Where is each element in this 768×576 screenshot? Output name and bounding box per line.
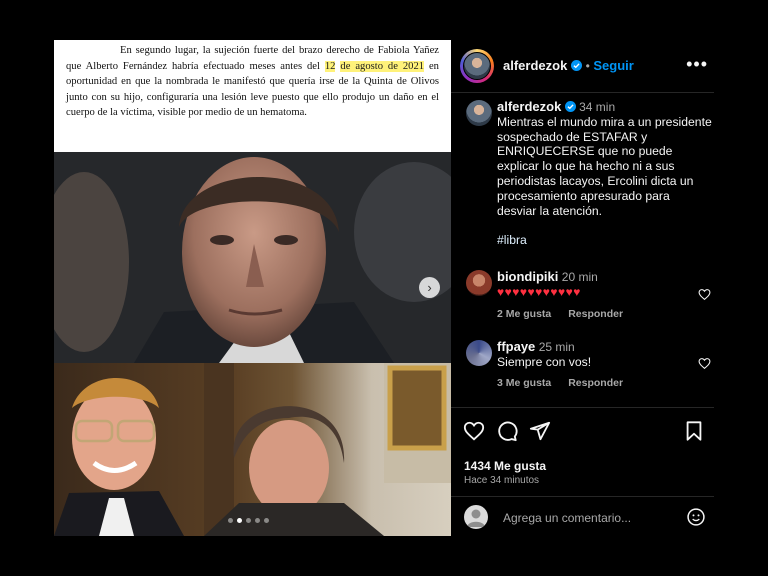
- share-paper-plane-icon[interactable]: [529, 420, 551, 442]
- post-timestamp: Hace 34 minutos: [464, 475, 540, 486]
- post-side-panel: alferdezok • Seguir ••• alferdezok 34 mi…: [451, 40, 714, 536]
- carousel-indicator: [228, 518, 269, 523]
- more-options-icon[interactable]: •••: [686, 54, 708, 75]
- caption-time: 34 min: [579, 100, 616, 114]
- carousel-dot: [246, 518, 251, 523]
- comment-time: 20 min: [561, 270, 598, 284]
- avatar: [463, 52, 491, 80]
- comment-meta: 3 Me gusta Responder: [497, 377, 637, 389]
- comment-likes[interactable]: 3 Me gusta: [497, 377, 551, 389]
- comment-input[interactable]: [501, 507, 675, 529]
- post-header: alferdezok • Seguir •••: [451, 40, 714, 93]
- highlighted-date: de agosto de 2021: [340, 60, 425, 72]
- comment-body: biondipiki 20 min ♥♥♥♥♥♥♥♥♥♥♥: [497, 269, 682, 300]
- separator-dot: •: [585, 59, 590, 73]
- reply-button[interactable]: Responder: [568, 308, 623, 320]
- photo-man-closeup: [54, 152, 451, 363]
- photo-selfie: [54, 363, 451, 536]
- add-comment-bar: [451, 496, 714, 537]
- follow-button[interactable]: Seguir: [593, 58, 633, 73]
- commenter-avatar[interactable]: [466, 270, 492, 296]
- commenter-username[interactable]: ffpaye: [497, 339, 535, 354]
- comment-bubble-icon[interactable]: [496, 420, 518, 442]
- document-excerpt: En segundo lugar, la sujeción fuerte del…: [54, 40, 451, 152]
- carousel-dot: [264, 518, 269, 523]
- like-heart-icon[interactable]: [463, 420, 485, 442]
- comment-like-heart-icon[interactable]: [698, 288, 711, 301]
- carousel-dot: [255, 518, 260, 523]
- caption-text: Mientras el mundo mira a un presidente s…: [497, 114, 712, 218]
- carousel-dot-active: [237, 518, 242, 523]
- save-bookmark-icon[interactable]: [683, 420, 705, 442]
- post-actions: 1434 Me gusta Hace 34 minutos: [451, 407, 714, 497]
- caption-text-block: alferdezok 34 min Mientras el mundo mira…: [497, 99, 712, 248]
- username-link[interactable]: alferdezok: [503, 58, 567, 73]
- verified-badge-icon: [564, 101, 576, 112]
- caption-username[interactable]: alferdezok: [497, 99, 561, 114]
- hashtag-link[interactable]: #libra: [497, 233, 527, 247]
- next-slide-button[interactable]: ›: [419, 277, 440, 298]
- comment-text: Siempre con vos!: [497, 354, 592, 369]
- comment-text: ♥♥♥♥♥♥♥♥♥♥♥: [497, 284, 581, 299]
- comment-body: ffpaye 25 min Siempre con vos!: [497, 339, 682, 370]
- comment-likes[interactable]: 2 Me gusta: [497, 308, 551, 320]
- reply-button[interactable]: Responder: [568, 377, 623, 389]
- comment-time: 25 min: [538, 340, 575, 354]
- post-media[interactable]: En segundo lugar, la sujeción fuerte del…: [54, 40, 451, 536]
- likes-count[interactable]: 1434 Me gusta: [464, 459, 546, 473]
- commenter-username[interactable]: biondipiki: [497, 269, 558, 284]
- carousel-dot: [228, 518, 233, 523]
- caption-avatar[interactable]: [466, 100, 492, 126]
- current-user-avatar: [464, 505, 488, 529]
- emoji-icon[interactable]: [686, 507, 706, 527]
- verified-badge-icon: [570, 60, 582, 71]
- story-ring[interactable]: [460, 49, 494, 83]
- instagram-post: En segundo lugar, la sujeción fuerte del…: [54, 40, 714, 536]
- document-paragraph: En segundo lugar, la sujeción fuerte del…: [66, 43, 439, 121]
- commenter-avatar[interactable]: [466, 340, 492, 366]
- comment-meta: 2 Me gusta Responder: [497, 308, 637, 320]
- highlighted-text: 12: [324, 60, 336, 72]
- header-user: alferdezok • Seguir: [503, 58, 634, 73]
- comment-like-heart-icon[interactable]: [698, 357, 711, 370]
